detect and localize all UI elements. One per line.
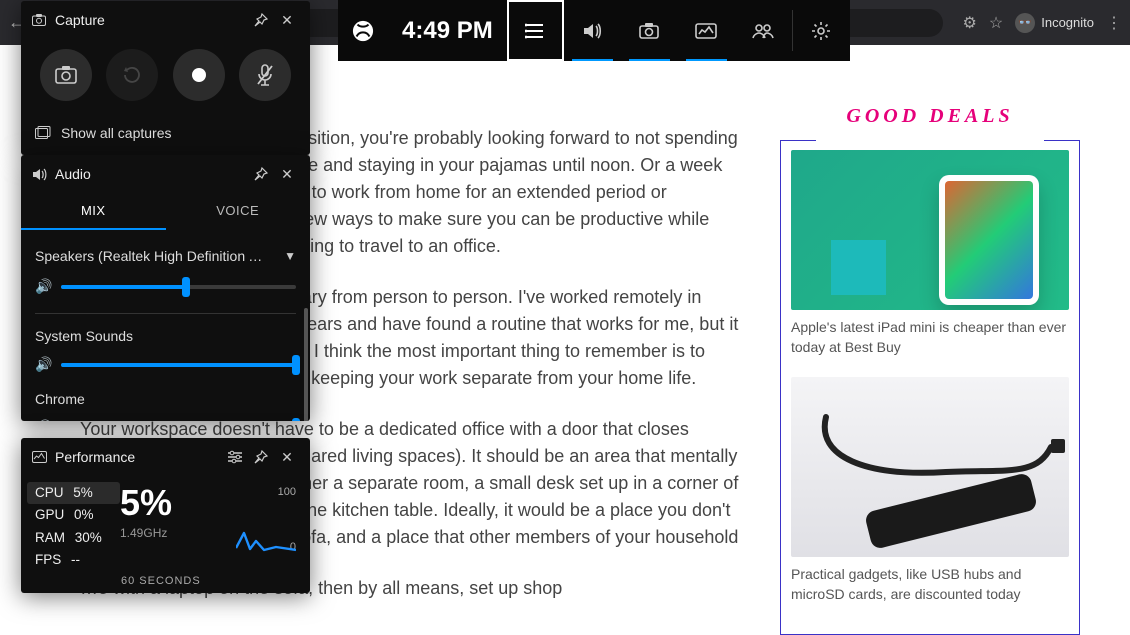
social-widget-button[interactable] xyxy=(735,0,792,61)
metric-ram[interactable]: RAM 30% xyxy=(35,527,120,549)
cpu-sparkline xyxy=(236,523,296,553)
audio-icon xyxy=(31,166,47,182)
device-dropdown-chevron-icon[interactable]: ▼ xyxy=(284,249,296,263)
tab-mix[interactable]: MIX xyxy=(21,193,166,230)
metric-cpu[interactable]: CPU 5% xyxy=(27,482,120,504)
metric-fps[interactable]: FPS -- xyxy=(35,549,120,571)
app-volume-label: Chrome xyxy=(35,387,296,411)
deal-caption[interactable]: Practical gadgets, like USB hubs and mic… xyxy=(791,565,1069,604)
audio-widget-button[interactable] xyxy=(564,0,621,61)
gamebar-clock: 4:49 PM xyxy=(388,0,507,61)
incognito-badge: 👓 Incognito xyxy=(1015,13,1094,33)
app-volume-label: System Sounds xyxy=(35,324,296,348)
record-last-button[interactable] xyxy=(106,49,158,101)
axis-max: 100 xyxy=(278,486,296,498)
system-sounds-slider[interactable] xyxy=(61,363,296,367)
deal-image-ipad[interactable] xyxy=(791,150,1069,310)
performance-widget-button[interactable] xyxy=(678,0,735,61)
incognito-icon: 👓 xyxy=(1015,13,1035,33)
close-button[interactable]: ✕ xyxy=(274,161,300,187)
performance-title: Performance xyxy=(55,449,135,465)
perf-time-window: 60 SECONDS xyxy=(21,575,310,593)
perf-metric-list: CPU 5% GPU 0% RAM 30% FPS -- xyxy=(35,482,120,571)
perf-big-value: 5% xyxy=(120,482,296,524)
gamebar-top: 4:49 PM xyxy=(338,0,850,61)
capture-icon xyxy=(31,12,47,28)
gallery-icon xyxy=(35,125,51,141)
capture-widget: Capture ✕ Show all captures xyxy=(21,1,310,155)
tab-voice[interactable]: VOICE xyxy=(166,193,311,230)
mic-toggle-button[interactable] xyxy=(239,49,291,101)
pin-button[interactable] xyxy=(248,444,274,470)
pin-button[interactable] xyxy=(248,7,274,33)
capture-title: Capture xyxy=(55,12,105,28)
deals-box: Apple's latest iPad mini is cheaper than… xyxy=(780,140,1080,635)
deal-caption[interactable]: Apple's latest iPad mini is cheaper than… xyxy=(791,318,1069,357)
perf-options-button[interactable] xyxy=(222,444,248,470)
capture-widget-button[interactable] xyxy=(621,0,678,61)
browser-menu-icon[interactable]: ⋮ xyxy=(1106,13,1122,33)
deals-sidebar: GOOD DEALS Apple's latest iPad mini is c… xyxy=(780,65,1080,630)
xbox-logo-icon[interactable] xyxy=(338,0,388,61)
show-all-captures[interactable]: Show all captures xyxy=(21,115,310,155)
device-volume-slider[interactable] xyxy=(61,285,296,289)
speaker-icon[interactable]: 🔊 xyxy=(35,356,51,373)
metric-gpu[interactable]: GPU 0% xyxy=(35,504,120,526)
audio-widget: Audio ✕ MIX VOICE Speakers (Realtek High… xyxy=(21,155,310,421)
deals-header: GOOD DEALS xyxy=(780,105,1080,128)
screenshot-button[interactable] xyxy=(40,49,92,101)
deal-image-hub[interactable] xyxy=(791,377,1069,557)
scrollbar[interactable] xyxy=(304,308,308,421)
performance-icon xyxy=(31,449,47,465)
close-button[interactable]: ✕ xyxy=(274,444,300,470)
widgets-menu-button[interactable] xyxy=(507,0,564,61)
output-device-name: Speakers (Realtek High Definition Audio) xyxy=(35,248,265,264)
translate-icon[interactable]: ⚙ xyxy=(963,13,977,33)
record-button[interactable] xyxy=(173,49,225,101)
speaker-icon[interactable]: 🔊 xyxy=(35,419,51,421)
speaker-icon[interactable]: 🔊 xyxy=(35,278,51,295)
pin-button[interactable] xyxy=(248,161,274,187)
bookmark-star-icon[interactable]: ☆ xyxy=(989,13,1003,33)
audio-title: Audio xyxy=(55,166,91,182)
close-button[interactable]: ✕ xyxy=(274,7,300,33)
settings-button[interactable] xyxy=(793,0,850,61)
performance-widget: Performance ✕ CPU 5% GPU 0% RAM 30% FPS … xyxy=(21,438,310,593)
